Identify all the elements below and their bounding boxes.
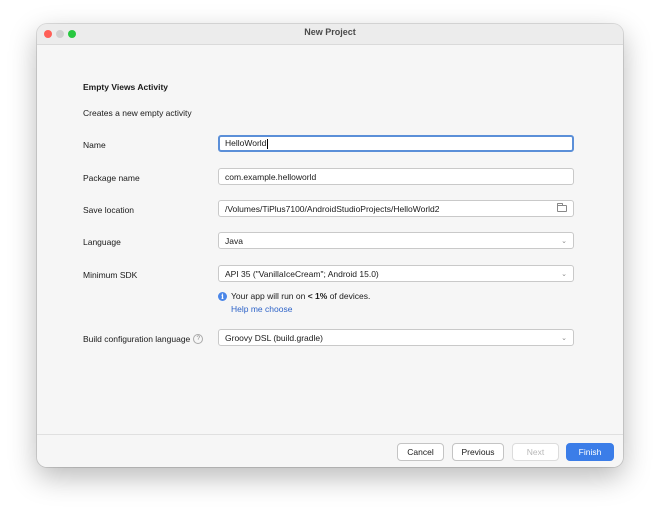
template-heading: Empty Views Activity (83, 82, 169, 92)
minimum-sdk-value: API 35 ("VanillaIceCream"; Android 15.0) (225, 268, 379, 279)
save-location-label: Save location (83, 205, 135, 215)
minimum-sdk-select[interactable]: API 35 ("VanillaIceCream"; Android 15.0)… (218, 265, 574, 282)
window-title: New Project (304, 27, 356, 37)
name-value: HelloWorld (225, 138, 267, 149)
minimum-sdk-label: Minimum SDK (83, 270, 138, 280)
build-config-select[interactable]: Groovy DSL (build.gradle) ⌄ (218, 329, 574, 346)
language-value: Java (225, 235, 243, 246)
finish-button[interactable]: Finish (566, 443, 614, 461)
next-button[interactable]: Next (512, 443, 559, 461)
build-config-label: Build configuration language (83, 334, 191, 344)
help-icon[interactable]: ? (193, 334, 204, 344)
info-text-prefix: Your app will run on (231, 291, 308, 301)
template-description: Creates a new empty activity (83, 108, 192, 118)
chevron-down-icon: ⌄ (561, 237, 567, 245)
text-caret (267, 138, 269, 149)
name-label: Name (83, 140, 106, 150)
package-name-input[interactable]: com.example.helloworld (218, 168, 574, 185)
dialog-footer: Cancel Previous Next Finish (37, 434, 623, 467)
info-icon: i (218, 291, 227, 301)
help-me-choose-link[interactable]: Help me choose (231, 304, 292, 314)
folder-icon[interactable] (557, 203, 567, 212)
chevron-down-icon: ⌄ (561, 270, 567, 278)
cancel-button[interactable]: Cancel (397, 443, 444, 461)
info-percentage: < 1% (307, 291, 328, 301)
info-text-suffix: of devices. (327, 291, 371, 301)
chevron-down-icon: ⌄ (561, 334, 567, 342)
save-location-value: /Volumes/TiPlus7100/AndroidStudioProject… (225, 203, 440, 214)
language-select[interactable]: Java ⌄ (218, 232, 574, 249)
build-config-label-row: Build configuration language ? (83, 334, 204, 344)
form-content: Empty Views Activity Creates a new empty… (37, 45, 623, 434)
language-label: Language (83, 237, 121, 247)
previous-button[interactable]: Previous (452, 443, 504, 461)
build-config-value: Groovy DSL (build.gradle) (225, 332, 323, 343)
device-coverage-info: i Your app will run on < 1% of devices. (218, 291, 370, 301)
new-project-window: New Project Empty Views Activity Creates… (37, 24, 623, 467)
title-bar: New Project (37, 24, 623, 45)
save-location-input[interactable]: /Volumes/TiPlus7100/AndroidStudioProject… (218, 200, 574, 217)
name-input[interactable]: HelloWorld (218, 135, 574, 152)
package-name-value: com.example.helloworld (225, 171, 317, 182)
package-name-label: Package name (83, 173, 140, 183)
